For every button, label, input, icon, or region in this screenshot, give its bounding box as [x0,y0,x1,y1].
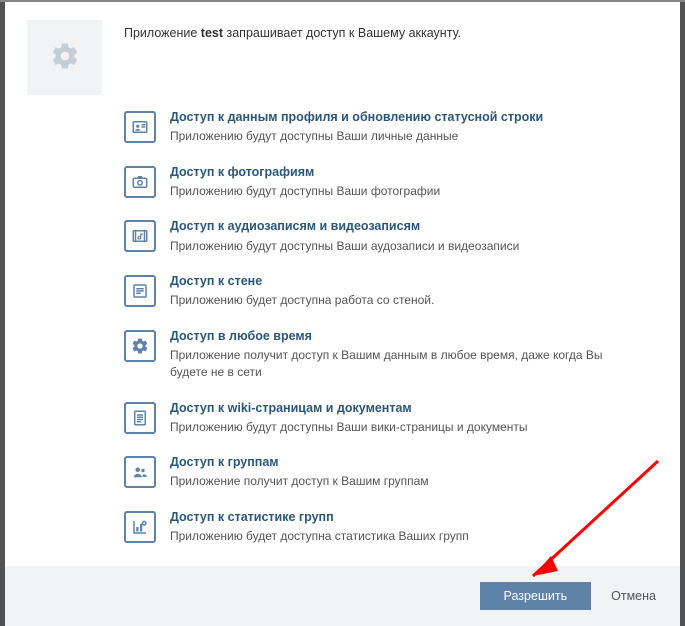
intro-app-name: test [201,26,223,40]
gear-icon [50,41,80,74]
document-icon [124,402,156,434]
camera-icon [124,166,156,198]
allow-button[interactable]: Разрешить [480,582,592,610]
permission-title: Доступ к данным профиля и обновлению ста… [170,109,638,125]
permission-item: Доступ к wiki-страницам и документам Прил… [124,400,658,437]
permissions-list: Доступ к данным профиля и обновлению ста… [124,109,658,546]
dialog-body: Приложение test запрашивает доступ к Ваш… [5,2,680,566]
permission-desc: Приложению будут доступны Ваши фотографи… [170,183,638,200]
groups-icon [124,456,156,488]
permission-body: Доступ в любое время Приложение получит д… [170,328,658,382]
permission-title: Доступ к стене [170,273,638,289]
window-border-right [680,0,685,626]
permission-item: Доступ к фотографиям Приложению будут дос… [124,164,658,201]
permission-body: Доступ к фотографиям Приложению будут дос… [170,164,658,201]
intro-row: Приложение test запрашивает доступ к Ваш… [27,20,658,95]
permission-desc: Приложение получит доступ к Вашим данным… [170,347,638,382]
intro-text: Приложение test запрашивает доступ к Ваш… [124,20,461,42]
permission-title: Доступ к фотографиям [170,164,638,180]
permission-item: Доступ к данным профиля и обновлению ста… [124,109,658,146]
permission-title: Доступ к статистике групп [170,509,638,525]
dialog-footer: Разрешить Отмена [5,566,680,626]
audio-video-icon [124,220,156,252]
permission-title: Доступ к wiki-страницам и документам [170,400,638,416]
permission-desc: Приложению будут доступны Ваши личные да… [170,128,638,145]
permission-desc: Приложению будут доступны Ваши вики-стра… [170,419,638,436]
permission-desc: Приложение получит доступ к Вашим группа… [170,473,638,490]
permission-title: Доступ в любое время [170,328,638,344]
intro-prefix: Приложение [124,26,201,40]
permission-body: Доступ к аудиозаписям и видеозаписям Прил… [170,218,658,255]
wall-icon [124,275,156,307]
permission-desc: Приложению будет доступна работа со стен… [170,292,638,309]
permission-item: Доступ к группам Приложение получит досту… [124,454,658,491]
permission-body: Доступ к стене Приложению будет доступна … [170,273,658,310]
permission-item: Доступ к аудиозаписям и видеозаписям Прил… [124,218,658,255]
permission-desc: Приложению будет доступна статистика Ваш… [170,528,638,545]
permission-title: Доступ к группам [170,454,638,470]
permission-item: Доступ к статистике групп Приложению буде… [124,509,658,546]
permission-body: Доступ к данным профиля и обновлению ста… [170,109,658,146]
stats-icon [124,511,156,543]
permission-body: Доступ к группам Приложение получит досту… [170,454,658,491]
permission-title: Доступ к аудиозаписям и видеозаписям [170,218,638,234]
anytime-gear-icon [124,330,156,362]
cancel-button[interactable]: Отмена [611,589,656,603]
auth-dialog: Приложение test запрашивает доступ к Ваш… [0,0,685,626]
intro-suffix: запрашивает доступ к Вашему аккаунту. [223,26,461,40]
dialog-content: Приложение test запрашивает доступ к Ваш… [5,2,680,626]
permission-item: Доступ к стене Приложению будет доступна … [124,273,658,310]
permission-desc: Приложению будут доступны Ваши аудозапис… [170,238,638,255]
permission-body: Доступ к wiki-страницам и документам Прил… [170,400,658,437]
app-avatar-placeholder [27,20,102,95]
permission-body: Доступ к статистике групп Приложению буде… [170,509,658,546]
permission-item: Доступ в любое время Приложение получит д… [124,328,658,382]
profile-card-icon [124,111,156,143]
